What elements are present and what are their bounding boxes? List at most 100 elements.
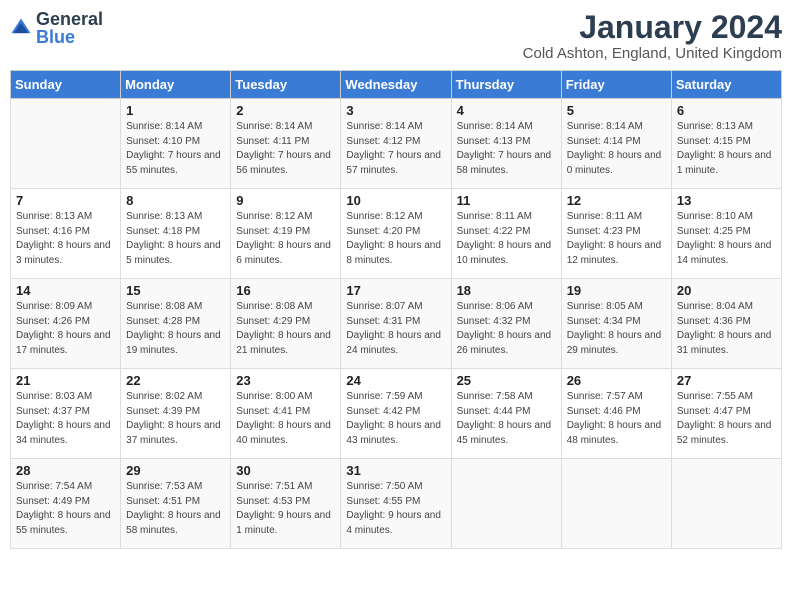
sunrise-text: Sunrise: 8:08 AM (236, 300, 335, 315)
day-number: 15 (126, 283, 225, 298)
day-info: Sunrise: 8:14 AM Sunset: 4:10 PM Dayligh… (126, 120, 225, 178)
daylight-text: Daylight: 8 hours and 19 minutes. (126, 329, 225, 358)
table-row: 5 Sunrise: 8:14 AM Sunset: 4:14 PM Dayli… (561, 99, 671, 189)
sunset-text: Sunset: 4:26 PM (16, 315, 115, 330)
table-row: 24 Sunrise: 7:59 AM Sunset: 4:42 PM Dayl… (341, 369, 451, 459)
col-saturday: Saturday (671, 71, 781, 99)
table-row: 17 Sunrise: 8:07 AM Sunset: 4:31 PM Dayl… (341, 279, 451, 369)
table-row: 13 Sunrise: 8:10 AM Sunset: 4:25 PM Dayl… (671, 189, 781, 279)
table-row: 11 Sunrise: 8:11 AM Sunset: 4:22 PM Dayl… (451, 189, 561, 279)
logo-text-blue: Blue (36, 28, 103, 46)
daylight-text: Daylight: 7 hours and 55 minutes. (126, 149, 225, 178)
sunset-text: Sunset: 4:14 PM (567, 135, 666, 150)
table-row: 4 Sunrise: 8:14 AM Sunset: 4:13 PM Dayli… (451, 99, 561, 189)
table-row (671, 459, 781, 549)
daylight-text: Daylight: 8 hours and 1 minute. (677, 149, 776, 178)
table-row: 29 Sunrise: 7:53 AM Sunset: 4:51 PM Dayl… (121, 459, 231, 549)
daylight-text: Daylight: 8 hours and 8 minutes. (346, 239, 445, 268)
logo-text-general: General (36, 10, 103, 28)
day-info: Sunrise: 8:14 AM Sunset: 4:14 PM Dayligh… (567, 120, 666, 178)
sunset-text: Sunset: 4:16 PM (16, 225, 115, 240)
sunrise-text: Sunrise: 7:57 AM (567, 390, 666, 405)
daylight-text: Daylight: 8 hours and 55 minutes. (16, 509, 115, 538)
sunset-text: Sunset: 4:51 PM (126, 495, 225, 510)
day-info: Sunrise: 7:54 AM Sunset: 4:49 PM Dayligh… (16, 480, 115, 538)
col-thursday: Thursday (451, 71, 561, 99)
table-row (451, 459, 561, 549)
day-info: Sunrise: 8:13 AM Sunset: 4:18 PM Dayligh… (126, 210, 225, 268)
sunrise-text: Sunrise: 7:55 AM (677, 390, 776, 405)
day-number: 23 (236, 373, 335, 388)
table-row (561, 459, 671, 549)
sunrise-text: Sunrise: 8:11 AM (567, 210, 666, 225)
sunrise-text: Sunrise: 8:04 AM (677, 300, 776, 315)
table-row: 19 Sunrise: 8:05 AM Sunset: 4:34 PM Dayl… (561, 279, 671, 369)
day-info: Sunrise: 7:51 AM Sunset: 4:53 PM Dayligh… (236, 480, 335, 538)
day-number: 30 (236, 463, 335, 478)
sunset-text: Sunset: 4:10 PM (126, 135, 225, 150)
day-info: Sunrise: 7:53 AM Sunset: 4:51 PM Dayligh… (126, 480, 225, 538)
day-number: 3 (346, 103, 445, 118)
daylight-text: Daylight: 9 hours and 4 minutes. (346, 509, 445, 538)
day-info: Sunrise: 8:14 AM Sunset: 4:12 PM Dayligh… (346, 120, 445, 178)
logo: General Blue (10, 10, 103, 46)
table-row: 27 Sunrise: 7:55 AM Sunset: 4:47 PM Dayl… (671, 369, 781, 459)
table-row: 31 Sunrise: 7:50 AM Sunset: 4:55 PM Dayl… (341, 459, 451, 549)
daylight-text: Daylight: 8 hours and 0 minutes. (567, 149, 666, 178)
table-row: 8 Sunrise: 8:13 AM Sunset: 4:18 PM Dayli… (121, 189, 231, 279)
day-info: Sunrise: 8:14 AM Sunset: 4:13 PM Dayligh… (457, 120, 556, 178)
table-row: 3 Sunrise: 8:14 AM Sunset: 4:12 PM Dayli… (341, 99, 451, 189)
col-friday: Friday (561, 71, 671, 99)
day-number: 27 (677, 373, 776, 388)
daylight-text: Daylight: 8 hours and 6 minutes. (236, 239, 335, 268)
table-row: 14 Sunrise: 8:09 AM Sunset: 4:26 PM Dayl… (11, 279, 121, 369)
day-info: Sunrise: 8:03 AM Sunset: 4:37 PM Dayligh… (16, 390, 115, 448)
day-info: Sunrise: 8:06 AM Sunset: 4:32 PM Dayligh… (457, 300, 556, 358)
col-tuesday: Tuesday (231, 71, 341, 99)
day-info: Sunrise: 8:13 AM Sunset: 4:16 PM Dayligh… (16, 210, 115, 268)
daylight-text: Daylight: 8 hours and 29 minutes. (567, 329, 666, 358)
sunset-text: Sunset: 4:20 PM (346, 225, 445, 240)
sunrise-text: Sunrise: 8:10 AM (677, 210, 776, 225)
sunset-text: Sunset: 4:53 PM (236, 495, 335, 510)
daylight-text: Daylight: 8 hours and 12 minutes. (567, 239, 666, 268)
sunset-text: Sunset: 4:37 PM (16, 405, 115, 420)
day-number: 28 (16, 463, 115, 478)
day-info: Sunrise: 8:09 AM Sunset: 4:26 PM Dayligh… (16, 300, 115, 358)
day-info: Sunrise: 8:08 AM Sunset: 4:28 PM Dayligh… (126, 300, 225, 358)
day-info: Sunrise: 8:00 AM Sunset: 4:41 PM Dayligh… (236, 390, 335, 448)
daylight-text: Daylight: 8 hours and 52 minutes. (677, 419, 776, 448)
daylight-text: Daylight: 8 hours and 40 minutes. (236, 419, 335, 448)
day-number: 29 (126, 463, 225, 478)
sunset-text: Sunset: 4:44 PM (457, 405, 556, 420)
daylight-text: Daylight: 8 hours and 3 minutes. (16, 239, 115, 268)
sunset-text: Sunset: 4:15 PM (677, 135, 776, 150)
day-info: Sunrise: 7:58 AM Sunset: 4:44 PM Dayligh… (457, 390, 556, 448)
daylight-text: Daylight: 8 hours and 17 minutes. (16, 329, 115, 358)
day-number: 9 (236, 193, 335, 208)
day-number: 14 (16, 283, 115, 298)
sunrise-text: Sunrise: 7:53 AM (126, 480, 225, 495)
sunrise-text: Sunrise: 8:11 AM (457, 210, 556, 225)
calendar-week-3: 14 Sunrise: 8:09 AM Sunset: 4:26 PM Dayl… (11, 279, 782, 369)
sunset-text: Sunset: 4:32 PM (457, 315, 556, 330)
title-block: January 2024 Cold Ashton, England, Unite… (523, 10, 782, 62)
table-row: 6 Sunrise: 8:13 AM Sunset: 4:15 PM Dayli… (671, 99, 781, 189)
daylight-text: Daylight: 7 hours and 57 minutes. (346, 149, 445, 178)
day-number: 6 (677, 103, 776, 118)
day-info: Sunrise: 8:11 AM Sunset: 4:22 PM Dayligh… (457, 210, 556, 268)
sunset-text: Sunset: 4:29 PM (236, 315, 335, 330)
table-row: 30 Sunrise: 7:51 AM Sunset: 4:53 PM Dayl… (231, 459, 341, 549)
logo-icon (10, 17, 32, 39)
sunrise-text: Sunrise: 8:13 AM (16, 210, 115, 225)
sunrise-text: Sunrise: 8:02 AM (126, 390, 225, 405)
sunset-text: Sunset: 4:12 PM (346, 135, 445, 150)
table-row: 7 Sunrise: 8:13 AM Sunset: 4:16 PM Dayli… (11, 189, 121, 279)
sunset-text: Sunset: 4:13 PM (457, 135, 556, 150)
daylight-text: Daylight: 8 hours and 26 minutes. (457, 329, 556, 358)
sunset-text: Sunset: 4:18 PM (126, 225, 225, 240)
day-number: 2 (236, 103, 335, 118)
table-row: 26 Sunrise: 7:57 AM Sunset: 4:46 PM Dayl… (561, 369, 671, 459)
table-row: 10 Sunrise: 8:12 AM Sunset: 4:20 PM Dayl… (341, 189, 451, 279)
daylight-text: Daylight: 8 hours and 48 minutes. (567, 419, 666, 448)
